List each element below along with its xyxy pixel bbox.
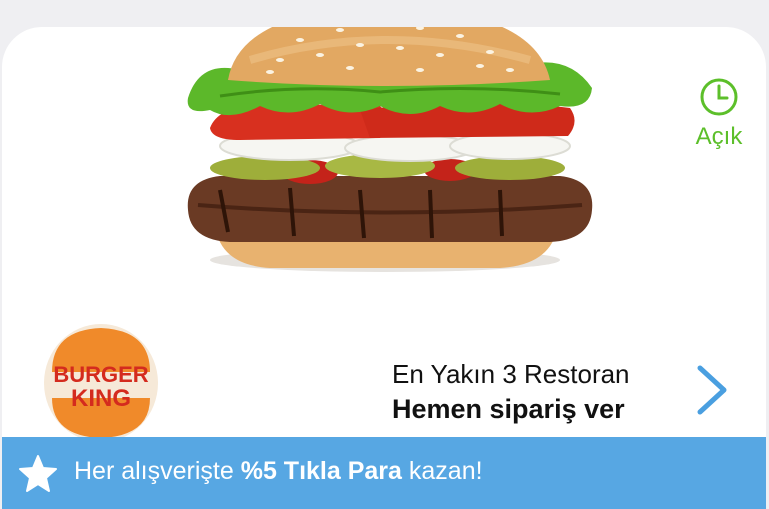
promo-text: Her alışverişte %5 Tıkla Para kazan! (74, 457, 483, 486)
clock-icon (699, 77, 739, 117)
promo-prefix: Her alışverişte (74, 457, 241, 485)
promo-suffix: kazan! (402, 457, 483, 485)
logo-text-line2: KING (71, 385, 131, 412)
open-status: Açık (688, 77, 750, 151)
nearest-restaurants-label: En Yakın 3 Restoran (392, 359, 692, 389)
star-icon (18, 454, 58, 494)
cashback-promo-banner[interactable]: Her alışverişte %5 Tıkla Para kazan! (2, 437, 766, 509)
promo-highlight: %5 Tıkla Para (241, 457, 402, 485)
logo-text-line1: BURGER (53, 362, 148, 387)
burger-image (180, 27, 600, 290)
chevron-right-icon[interactable] (692, 364, 732, 416)
order-now-label: Hemen sipariş ver (392, 391, 692, 427)
burger-king-logo: BURGER KING (42, 322, 160, 444)
order-cta[interactable]: En Yakın 3 Restoran Hemen sipariş ver (392, 359, 692, 427)
open-status-label: Açık (688, 123, 750, 151)
